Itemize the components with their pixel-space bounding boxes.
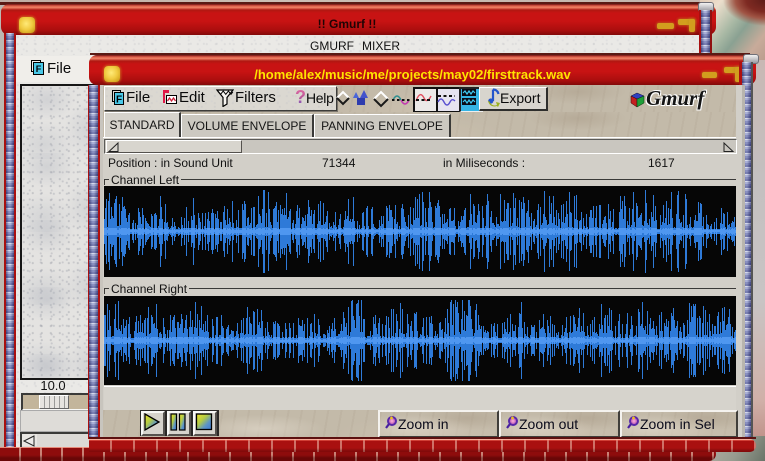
svg-text:F: F	[36, 64, 42, 74]
svg-text:F: F	[116, 95, 122, 106]
